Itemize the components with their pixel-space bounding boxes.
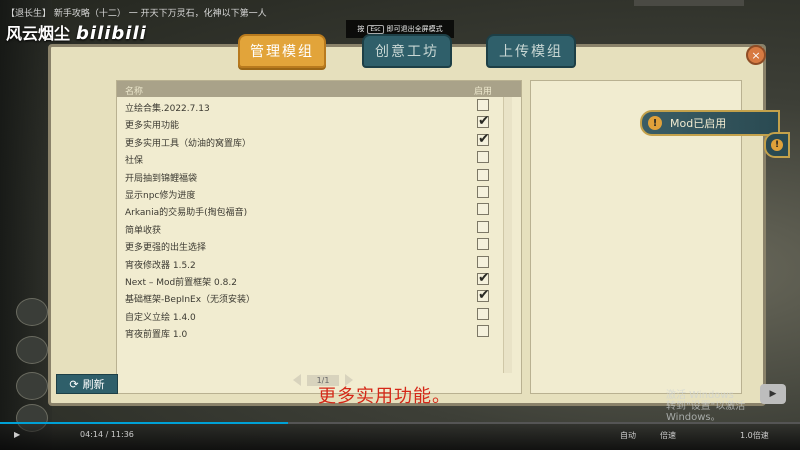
list-scrollbar[interactable] — [503, 97, 512, 373]
enable-checkbox[interactable] — [477, 287, 490, 303]
mod-name: 宵夜前置库 1.0 — [125, 330, 188, 341]
enable-checkbox[interactable] — [477, 238, 489, 251]
exclamation-icon: ! — [648, 116, 662, 130]
enable-checkbox[interactable] — [477, 220, 489, 233]
mod-name: 自定义立绘 1.4.0 — [125, 312, 196, 323]
mod-row[interactable]: Arkania的交易助手(掏包福音) — [117, 201, 521, 218]
prev-page-icon[interactable] — [292, 374, 301, 386]
mod-enabled-notice: ! Mod已启用 — [640, 110, 780, 136]
enable-checkbox[interactable] — [477, 151, 489, 164]
side-menu-icon-2[interactable] — [16, 336, 48, 364]
tab-manage-mods[interactable]: 管理模组 — [238, 34, 326, 68]
bilibili-logo: bilibili — [76, 23, 147, 44]
brand-watermark: 风云烟尘 bilibili — [6, 20, 147, 44]
mod-name: 基础框架-BepInEx（无须安装） — [125, 295, 256, 306]
close-button[interactable]: × — [746, 45, 766, 65]
column-name-header: 名称 — [125, 87, 144, 97]
brand-name: 风云烟尘 — [6, 24, 71, 43]
tab-label: 创意工坊 — [375, 44, 439, 60]
enable-checkbox[interactable] — [477, 307, 489, 320]
windows-watermark-line2: 转到"设置"以激活 Windows。 — [666, 401, 746, 423]
tab-workshop[interactable]: 创意工坊 — [362, 34, 452, 68]
mod-row[interactable]: 更多更强的出生选择 — [117, 236, 521, 253]
esc-hint-suffix: 即可退出全屏模式 — [386, 25, 443, 33]
speed-control[interactable]: 倍速 — [660, 430, 676, 441]
mod-row[interactable]: 显示npc修为进度 — [117, 184, 521, 201]
enable-checkbox[interactable] — [477, 325, 489, 338]
mod-row[interactable]: 更多实用功能 — [117, 113, 521, 132]
mod-name: 宵夜修改器 1.5.2 — [125, 260, 196, 271]
enable-checkbox[interactable] — [477, 185, 489, 198]
video-time: 04:14 / 11:36 — [80, 430, 134, 439]
play-icon[interactable]: ▶ — [14, 430, 20, 439]
notice-text: Mod已启用 — [670, 117, 727, 130]
mod-rows: 立绘合集.2022.7.13 更多实用功能更多实用工具（幼油的窝置库） 社保开局抽到… — [117, 97, 521, 340]
speed-value[interactable]: 1.0倍速 — [740, 430, 769, 441]
close-icon: × — [751, 48, 761, 62]
refresh-button[interactable]: ⟳ 刷新 — [56, 374, 118, 394]
tab-upload-mods[interactable]: 上传模组 — [486, 34, 576, 68]
mod-name: Next – Mod前置框架 0.8.2 — [125, 277, 237, 288]
mod-row[interactable]: 自定义立绘 1.4.0 — [117, 306, 521, 323]
enable-checkbox[interactable] — [477, 203, 489, 216]
refresh-label: 刷新 — [82, 378, 105, 391]
tab-label: 上传模组 — [499, 44, 563, 60]
mod-name: 简单收获 — [125, 225, 162, 236]
mod-row[interactable]: 宵夜修改器 1.5.2 — [117, 254, 521, 271]
mod-name: 更多更强的出生选择 — [125, 243, 207, 254]
enable-checkbox[interactable] — [477, 131, 490, 147]
side-menu-icon-1[interactable] — [16, 298, 48, 326]
mod-row[interactable]: 基础框架-BepInEx（无须安装） — [117, 287, 521, 306]
mod-row[interactable]: 宵夜前置库 1.0 — [117, 323, 521, 340]
video-title: 【退长生】 新手攻略（十二） 一 开天下万灵石，化神以下第一人 — [6, 9, 267, 19]
mod-name: Arkania的交易助手(掏包福音) — [125, 208, 248, 219]
list-header: 名称 启用 — [117, 81, 521, 97]
collapsed-notice[interactable]: ! — [764, 132, 790, 158]
enable-checkbox[interactable] — [477, 113, 490, 129]
column-enable-header: 启用 — [474, 87, 493, 97]
esc-hint-prefix: 按 — [357, 25, 365, 33]
mod-name: 立绘合集.2022.7.13 — [125, 104, 210, 114]
mod-row[interactable]: 立绘合集.2022.7.13 — [117, 97, 521, 114]
exclamation-icon: ! — [771, 139, 783, 151]
progress-fill — [0, 422, 288, 424]
mod-name: 更多实用功能 — [125, 121, 180, 132]
esc-key: Esc — [367, 24, 384, 34]
mod-name: 显示npc修为进度 — [125, 190, 196, 201]
bilibili-tv-icon[interactable]: ▶ — [760, 384, 786, 404]
mod-row[interactable]: 社保 — [117, 149, 521, 166]
mod-row[interactable]: 开局抽到锦鲤福袋 — [117, 167, 521, 184]
mod-name: 开局抽到锦鲤福袋 — [125, 173, 198, 184]
enable-checkbox[interactable] — [477, 168, 489, 181]
refresh-icon: ⟳ — [69, 377, 79, 391]
mod-row[interactable]: Next – Mod前置框架 0.8.2 — [117, 270, 521, 288]
mod-list: 名称 启用 立绘合集.2022.7.13 更多实用功能更多实用工具（幼油的窝置库）… — [116, 80, 522, 394]
mod-name: 社保 — [125, 156, 144, 167]
enable-checkbox[interactable] — [477, 255, 489, 268]
mod-name: 更多实用工具（幼油的窝置库） — [125, 138, 252, 149]
mod-row[interactable]: 更多实用工具（幼油的窝置库） — [117, 131, 521, 149]
enable-checkbox[interactable] — [477, 99, 489, 111]
mod-row[interactable]: 简单收获 — [117, 219, 521, 236]
enable-checkbox[interactable] — [477, 270, 490, 286]
video-subtitle: 更多实用功能。 — [318, 386, 451, 407]
tab-label: 管理模组 — [250, 44, 314, 60]
top-status-bar — [634, 0, 744, 6]
side-menu-icon-3[interactable] — [16, 372, 48, 400]
quality-control[interactable]: 自动 — [620, 430, 636, 441]
